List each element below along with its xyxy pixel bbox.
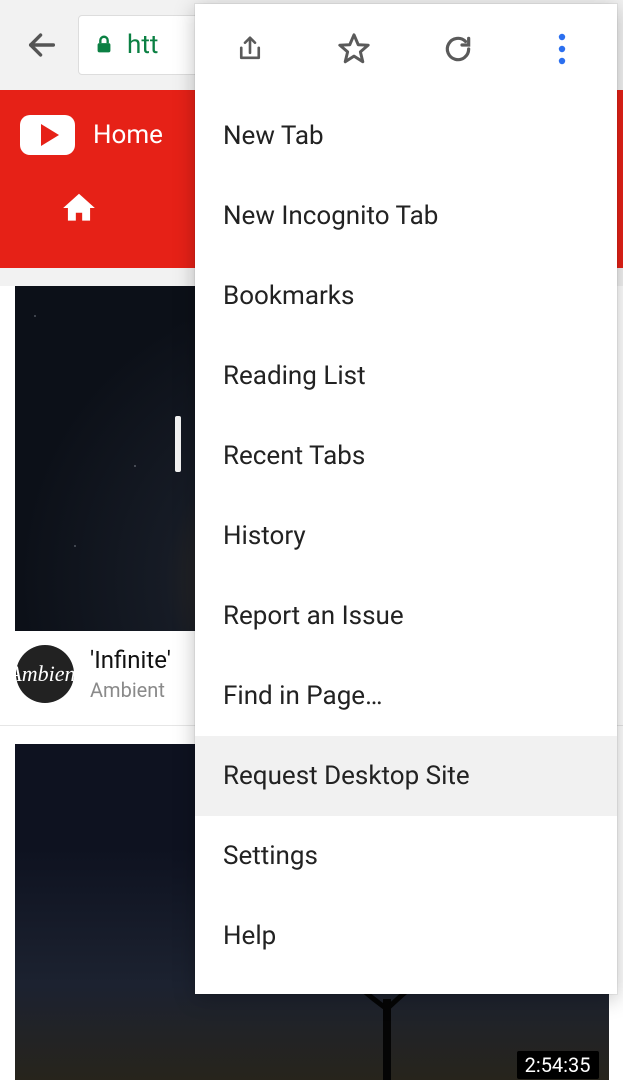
star-icon — [337, 32, 371, 66]
share-icon — [235, 33, 265, 65]
play-triangle-icon — [41, 124, 59, 146]
more-vert-icon — [557, 33, 567, 65]
browser-overflow-menu: New TabNew Incognito TabBookmarksReading… — [195, 4, 617, 994]
reload-icon — [442, 33, 474, 65]
video-title[interactable]: 'Infinite' — [90, 646, 171, 674]
app-root: htt Home Ambient 'Infinite' Ambient — [0, 0, 623, 1080]
bookmark-star-button[interactable] — [329, 24, 379, 74]
overflow-button[interactable] — [537, 24, 587, 74]
home-icon — [60, 189, 98, 227]
menu-item-settings[interactable]: Settings — [195, 816, 617, 896]
menu-item-list: New TabNew Incognito TabBookmarksReading… — [195, 94, 617, 994]
menu-item-report-an-issue[interactable]: Report an Issue — [195, 576, 617, 656]
lock-icon — [93, 32, 115, 58]
menu-item-recent-tabs[interactable]: Recent Tabs — [195, 416, 617, 496]
youtube-logo[interactable] — [20, 115, 75, 155]
menu-item-find-in-page[interactable]: Find in Page… — [195, 656, 617, 736]
menu-item-history[interactable]: History — [195, 496, 617, 576]
channel-avatar[interactable]: Ambient — [16, 645, 74, 703]
menu-item-new-tab[interactable]: New Tab — [195, 96, 617, 176]
share-button[interactable] — [225, 24, 275, 74]
page-title: Home — [93, 120, 163, 150]
menu-icon-row — [195, 4, 617, 94]
menu-item-new-incognito-tab[interactable]: New Incognito Tab — [195, 176, 617, 256]
menu-item-request-desktop-site[interactable]: Request Desktop Site — [195, 736, 617, 816]
menu-item-help[interactable]: Help — [195, 896, 617, 976]
arrow-left-icon — [25, 28, 59, 62]
menu-item-bookmarks[interactable]: Bookmarks — [195, 256, 617, 336]
back-button[interactable] — [12, 15, 72, 75]
reload-button[interactable] — [433, 24, 483, 74]
menu-item-reading-list[interactable]: Reading List — [195, 336, 617, 416]
duration-badge: 2:54:35 — [517, 1051, 599, 1079]
pause-icon — [175, 416, 181, 472]
home-tab[interactable] — [60, 189, 98, 231]
video-meta-text: 'Infinite' Ambient — [90, 646, 171, 702]
url-text: htt — [127, 30, 158, 60]
channel-name[interactable]: Ambient — [90, 678, 171, 702]
